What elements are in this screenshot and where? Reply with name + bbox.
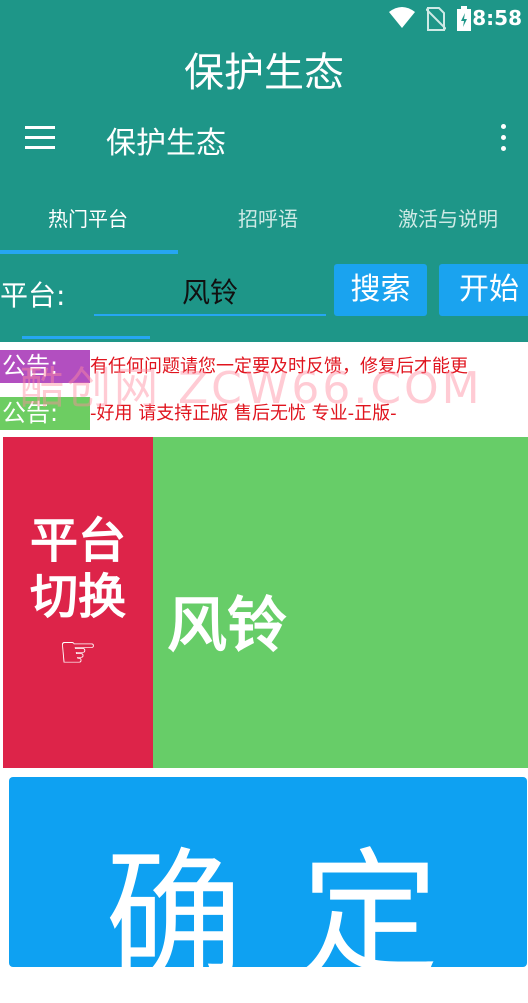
- pointing-hand-icon: ☞: [58, 627, 98, 678]
- search-button[interactable]: 搜索: [334, 264, 427, 316]
- tab-bar: 热门平台 招呼语 激活与说明: [0, 196, 528, 252]
- menu-icon[interactable]: [25, 126, 55, 150]
- status-bar: 8:58: [0, 0, 528, 38]
- app-title: 保护生态: [184, 50, 344, 96]
- switch-line-1: 平台: [29, 513, 126, 569]
- confirm-label: 确定: [105, 835, 498, 996]
- platform-label: 平台:: [0, 279, 66, 312]
- scroll-indicator: [22, 336, 150, 339]
- platform-switch-button[interactable]: 平台 切换 ☞: [3, 437, 153, 768]
- wifi-icon: [388, 6, 416, 34]
- switch-line-2: 切换: [29, 569, 126, 625]
- tab-activation[interactable]: 激活与说明: [360, 196, 528, 244]
- current-platform-panel[interactable]: 风铃: [153, 437, 528, 768]
- confirm-button[interactable]: 确定: [9, 777, 527, 996]
- no-sim-icon: [425, 7, 447, 35]
- tab-hot-platforms[interactable]: 热门平台: [0, 196, 176, 244]
- watermark: 酷创网 ZCW66.COM: [20, 363, 483, 414]
- status-time: 8:58: [472, 6, 522, 30]
- app-bar: 8:58 保护生态 保护生态 热门平台 招呼语 激活与说明 平台: 搜索 开始: [0, 0, 528, 342]
- tab-greetings[interactable]: 招呼语: [180, 196, 356, 244]
- more-options-icon[interactable]: [498, 124, 508, 156]
- search-row: 平台: 搜索 开始: [0, 262, 528, 322]
- battery-icon: [456, 6, 472, 36]
- current-platform-name: 风铃: [167, 591, 287, 661]
- toolbar-title: 保护生态: [106, 126, 226, 161]
- start-button[interactable]: 开始: [439, 264, 528, 316]
- tab-indicator: [0, 250, 178, 254]
- platform-input[interactable]: [94, 268, 326, 316]
